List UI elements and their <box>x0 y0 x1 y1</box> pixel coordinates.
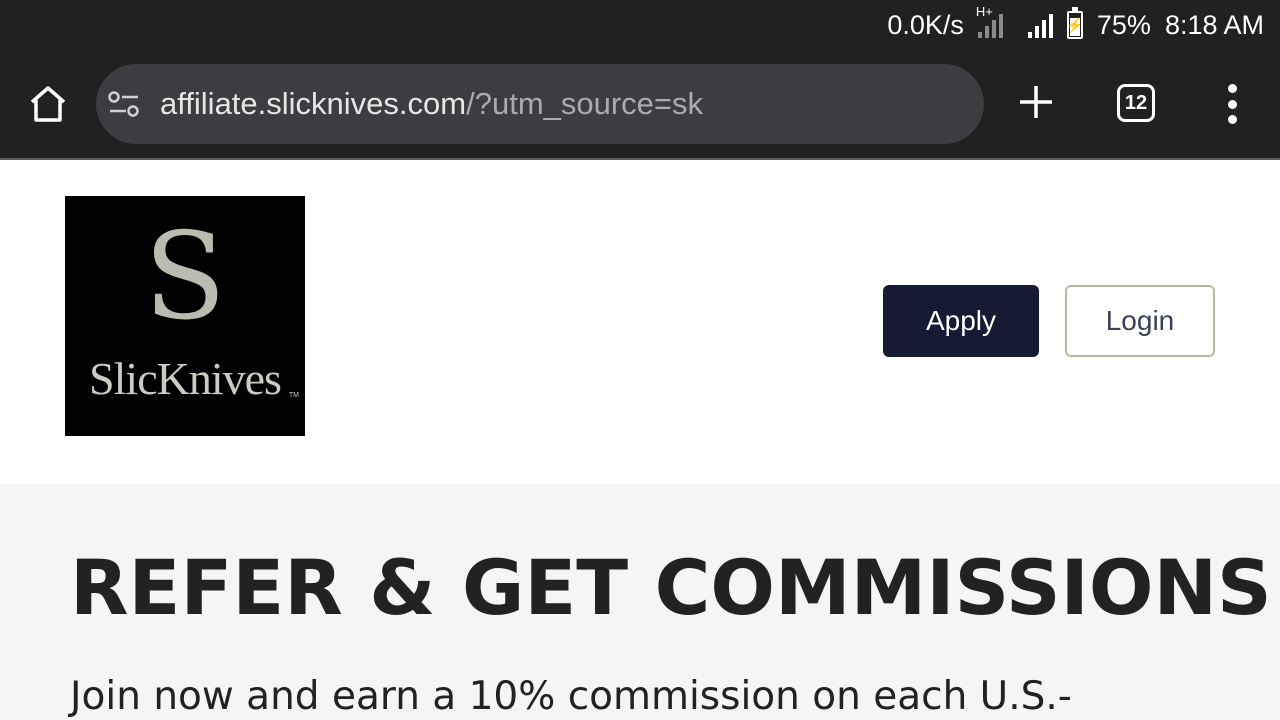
login-button[interactable]: Login <box>1065 285 1215 357</box>
slicknives-logo[interactable]: S SlicKnives TM <box>65 196 305 436</box>
status-bar: 0.0K/s H+ ⚡ 75% 8:18 AM <box>0 0 1280 50</box>
hero-title: REFER & GET COMMISSIONS <box>70 543 1272 632</box>
tab-count: 12 <box>1124 91 1148 114</box>
hero-description: Join now and earn a 10% commission on ea… <box>70 674 1072 719</box>
tabs-icon[interactable]: 12 <box>1117 84 1155 122</box>
clock: 8:18 AM <box>1164 9 1264 40</box>
more-vert-icon[interactable] <box>1222 84 1242 124</box>
logo-monogram: S <box>143 208 227 347</box>
network-type: H+ <box>975 4 993 19</box>
hero-section: REFER & GET COMMISSIONS Join now and ear… <box>0 484 1280 720</box>
battery-level: 75% <box>1096 9 1151 40</box>
logo-tm: TM <box>288 392 299 399</box>
battery-charging-icon: ⚡ <box>1066 7 1084 39</box>
url-text[interactable]: affiliate.slicknives.com/?utm_source=sk <box>160 86 703 122</box>
signal-icon <box>1027 12 1053 38</box>
apply-button[interactable]: Apply <box>883 285 1039 357</box>
url-host: affiliate.slicknives.com <box>160 86 467 121</box>
logo-wordmark: SlicKnives <box>89 353 282 404</box>
site-header: S SlicKnives TM Apply Login <box>0 162 1280 484</box>
site-info-icon[interactable] <box>108 90 140 118</box>
status-icons: 0.0K/s H+ ⚡ 75% 8:18 AM <box>887 4 1264 42</box>
plus-icon[interactable] <box>1016 82 1056 122</box>
home-icon[interactable] <box>26 82 70 126</box>
signal-icon: H+ <box>976 4 1014 38</box>
net-speed: 0.0K/s <box>887 9 964 40</box>
url-path: /?utm_source=sk <box>466 86 704 121</box>
browser-toolbar: affiliate.slicknives.com/?utm_source=sk … <box>0 50 1280 160</box>
address-bar[interactable]: affiliate.slicknives.com/?utm_source=sk <box>96 64 984 144</box>
